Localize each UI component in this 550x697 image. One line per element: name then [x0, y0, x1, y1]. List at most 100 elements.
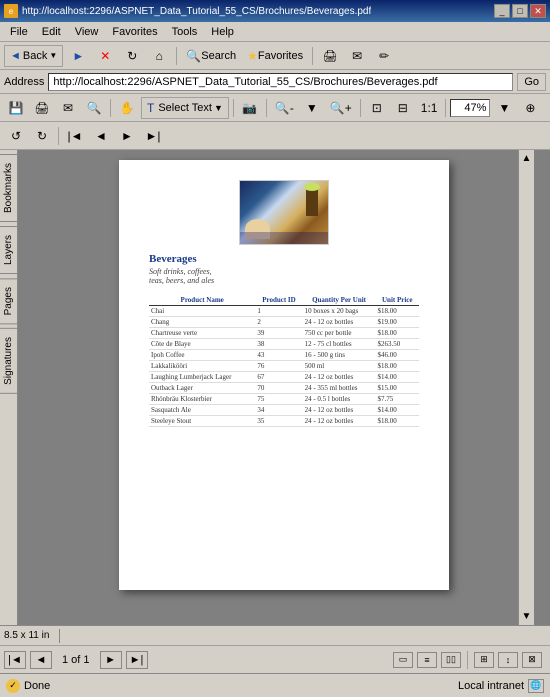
table-cell: 1	[255, 306, 302, 317]
pdf-expand-button[interactable]: ⊕	[518, 97, 542, 119]
pdf-save-button[interactable]: 💾	[4, 97, 28, 119]
extra-button-2[interactable]: ✏	[372, 45, 396, 67]
pdf-view[interactable]: ▲ ▼ Beverages Soft drinks, coffees,teas,…	[18, 150, 550, 625]
pdf-search-text-icon: 🔍	[87, 101, 102, 115]
pdf-rotate-ccw-button[interactable]: ↺	[4, 125, 28, 147]
window-icon: e	[4, 4, 18, 18]
stop-button[interactable]: ✕	[93, 45, 117, 67]
pdf-reflow-button[interactable]: ⊞	[474, 652, 494, 668]
pdf-nav-first-button[interactable]: |◄	[63, 125, 87, 147]
address-label: Address	[4, 76, 44, 88]
pdf-snapshot-button[interactable]: 📷	[238, 97, 262, 119]
main-area: Bookmarks Layers Pages Signatures ▲ ▼ Be…	[0, 150, 550, 625]
print-button[interactable]: 🖨	[318, 45, 342, 67]
pdf-first-page-button[interactable]: |◄	[4, 651, 26, 669]
layers-tab[interactable]: Layers	[0, 226, 18, 274]
extra-button-1[interactable]: ✉	[345, 45, 369, 67]
pdf-zoom-out-button[interactable]: 🔍-	[271, 97, 298, 119]
table-cell: 12 - 75 cl bottles	[303, 339, 376, 350]
page-size: 8.5 x 11 in	[4, 630, 49, 641]
pdf-fit-page-button[interactable]: ⊡	[365, 97, 389, 119]
pdf-view-single-button[interactable]: ▭	[393, 652, 413, 668]
pdf-print-icon: 🖨	[34, 101, 49, 115]
menu-help[interactable]: Help	[205, 25, 240, 39]
pdf-print-button[interactable]: 🖨	[30, 97, 54, 119]
nav-sep	[467, 651, 468, 669]
forward-button[interactable]: ►	[66, 45, 90, 67]
fit-width-icon: ⊟	[398, 101, 408, 115]
table-cell: $14.00	[376, 372, 419, 383]
menu-view[interactable]: View	[69, 25, 105, 39]
edit-icon: ✏	[379, 49, 389, 63]
last-page-nav-icon: ►|	[130, 654, 144, 666]
table-cell: 24 - 12 oz bottles	[303, 405, 376, 416]
pdf-zoom-level-dropdown-button[interactable]: ▼	[492, 97, 516, 119]
pdf-nav-bar: |◄ ◄ 1 of 1 ► ►| ▭ ≡ ▯▯ ⊞ ↕ ⊠	[0, 645, 550, 673]
col-header-quantity: Quantity Per Unit	[303, 295, 376, 306]
table-cell: 35	[255, 416, 302, 427]
zoom-input[interactable]	[450, 99, 490, 117]
bookmarks-tab[interactable]: Bookmarks	[0, 154, 18, 222]
favorites-star-icon: ★	[247, 49, 258, 63]
address-input[interactable]	[48, 73, 513, 91]
pdf-zoom-dropdown-button[interactable]: ▼	[300, 97, 324, 119]
table-cell: Outback Lager	[149, 383, 255, 394]
pdf-last-page-button[interactable]: ►|	[126, 651, 148, 669]
pages-tab[interactable]: Pages	[0, 278, 18, 324]
refresh-icon: ↻	[127, 49, 137, 63]
menu-file[interactable]: File	[4, 25, 34, 39]
pdf-scroll-button[interactable]: ↕	[498, 652, 518, 668]
pdf-zoom-in-button[interactable]: 🔍+	[326, 97, 356, 119]
pdf-nav-next-button[interactable]: ►	[115, 125, 139, 147]
menu-edit[interactable]: Edit	[36, 25, 67, 39]
menu-bar: File Edit View Favorites Tools Help	[0, 22, 550, 42]
table-row: Ipoh Coffee4316 - 500 g tins$46.00	[149, 350, 419, 361]
go-button[interactable]: Go	[517, 73, 546, 91]
fit-page-icon: ⊡	[372, 101, 382, 115]
pdf-sep-1	[110, 99, 111, 117]
scroll-down-arrow[interactable]: ▼	[522, 608, 532, 625]
pdf-actual-size-button[interactable]: 1:1	[417, 97, 442, 119]
close-button[interactable]: ✕	[530, 4, 546, 18]
search-icon: 🔍	[186, 49, 201, 63]
table-cell: 24 - 12 oz bottles	[303, 372, 376, 383]
select-text-button[interactable]: T Select Text ▼	[141, 97, 229, 119]
home-button[interactable]: ⌂	[147, 45, 171, 67]
pdf-view-facing-button[interactable]: ▯▯	[441, 652, 461, 668]
pdf-email-button[interactable]: ✉	[56, 97, 80, 119]
pdf-view-continuous-button[interactable]: ≡	[417, 652, 437, 668]
pdf-fit-width-button[interactable]: ⊟	[391, 97, 415, 119]
prev-page-icon: ◄	[95, 129, 107, 143]
pdf-nav-last-button[interactable]: ►|	[141, 125, 165, 147]
minimize-button[interactable]: _	[494, 4, 510, 18]
pdf-search-text-button[interactable]: 🔍	[82, 97, 106, 119]
search-button[interactable]: 🔍 Search	[182, 45, 240, 67]
rotate-cw-icon: ↻	[37, 129, 47, 143]
pdf-prev-page-button[interactable]: ◄	[30, 651, 52, 669]
pdf-next-page-button[interactable]: ►	[100, 651, 122, 669]
pdf-rotate-cw-button[interactable]: ↻	[30, 125, 54, 147]
table-row: Rhönbräu Klosterbier7524 - 0.5 l bottles…	[149, 394, 419, 405]
pdf-hand-button[interactable]: ✋	[115, 97, 139, 119]
table-cell: $7.75	[376, 394, 419, 405]
refresh-button[interactable]: ↻	[120, 45, 144, 67]
maximize-button[interactable]: □	[512, 4, 528, 18]
print-icon: 🖨	[322, 49, 337, 63]
pdf-nav-prev-button[interactable]: ◄	[89, 125, 113, 147]
signatures-tab[interactable]: Signatures	[0, 328, 18, 394]
table-cell: 38	[255, 339, 302, 350]
favorites-button[interactable]: ★ Favorites	[243, 45, 307, 67]
back-button[interactable]: ◄ Back ▼	[4, 45, 63, 67]
scroll-icon: ↕	[506, 655, 511, 665]
address-bar: Address Go	[0, 70, 550, 94]
table-cell: Côte de Blaye	[149, 339, 255, 350]
pdf-fullscreen-button[interactable]: ⊠	[522, 652, 542, 668]
menu-favorites[interactable]: Favorites	[106, 25, 163, 39]
scrollbar-right[interactable]: ▲ ▼	[518, 150, 534, 625]
favorites-label: Favorites	[258, 50, 303, 62]
forward-icon: ►	[72, 49, 84, 63]
scroll-up-arrow[interactable]: ▲	[522, 150, 532, 167]
pdf-doc-title: Beverages	[149, 253, 419, 265]
text-cursor-icon: T	[147, 101, 154, 115]
menu-tools[interactable]: Tools	[166, 25, 204, 39]
